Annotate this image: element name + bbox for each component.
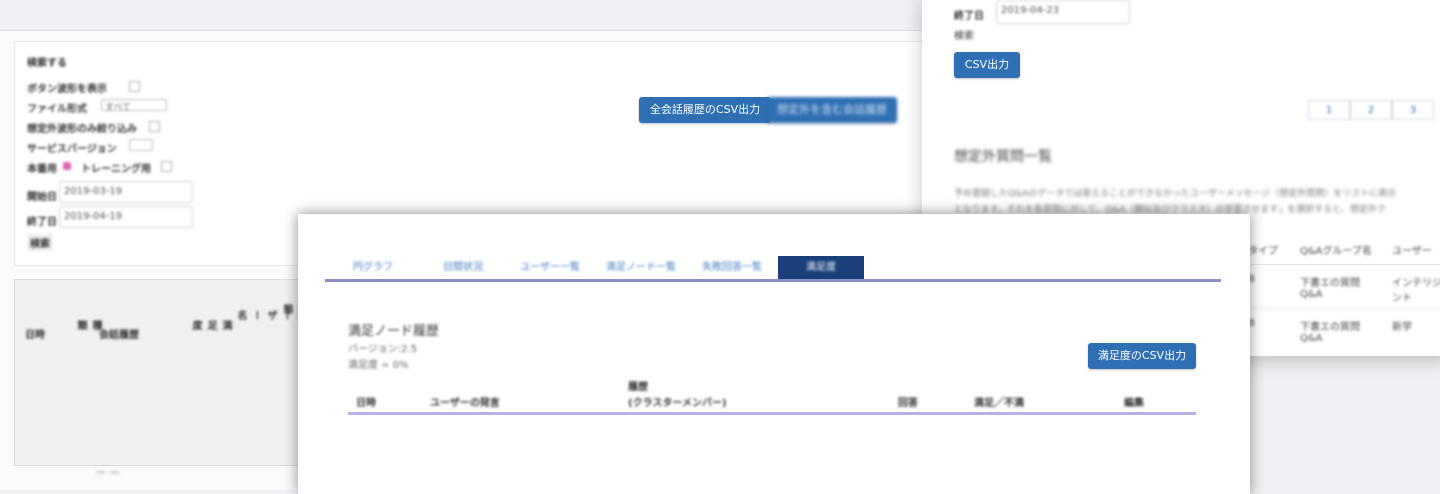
satisfaction-csv-button[interactable]: 満足度のCSV出力: [1088, 343, 1196, 369]
satisfaction-panel: 円グラフ 日間状況 ユーザー一覧 満足ノード一覧 失敗回答一覧 満足度 満足ノー…: [298, 214, 1250, 494]
right-header-group: Q&Aグループ名: [1300, 246, 1372, 257]
header-satisfied-unsatisfied: 満足／不満: [974, 398, 1024, 409]
right-end-date-input[interactable]: 2019-04-23: [996, 0, 1130, 24]
header-cluster-member: (クラスターメンバー): [628, 398, 727, 409]
end-date-label: 終了日: [27, 217, 57, 228]
right-row-2-group: 下書エの質問 Q&A: [1300, 322, 1360, 344]
tab-pie-chart[interactable]: 円グラフ: [332, 256, 414, 280]
search-button[interactable]: 検索: [27, 234, 53, 251]
right-header-user: ユーザー: [1392, 246, 1432, 257]
tab-underline: [325, 279, 1221, 282]
page-3[interactable]: 3: [1392, 100, 1434, 120]
tab-daily-status[interactable]: 日間状況: [422, 256, 504, 280]
csv-all-history-button[interactable]: 全会話履歴のCSV出力: [639, 97, 771, 123]
header-answer: 回答: [898, 398, 918, 409]
start-date-label: 開始日: [27, 192, 57, 203]
unexpected-section-title: 想定外質問一覧: [954, 149, 1052, 165]
filter-checkbox-unexpected[interactable]: [149, 121, 160, 132]
tab-satisfaction[interactable]: 満足度: [778, 256, 864, 280]
satisfaction-node-heading: 満足ノード履歴: [348, 324, 440, 339]
csv-export-button[interactable]: CSV出力: [954, 52, 1020, 78]
right-row-1-user: インテリジェント: [1392, 278, 1440, 304]
tab-satisfaction-label: 満足度: [806, 262, 836, 273]
filter-label-file-format: ファイル形式: [27, 104, 87, 115]
table-header-underline: [348, 412, 1196, 415]
production-radio[interactable]: [63, 162, 71, 170]
filter-checkbox-button-wave[interactable]: [129, 81, 140, 92]
mode-label-production: 本番用: [27, 164, 57, 175]
right-row-1-group: 下書エの質問 Q&A: [1300, 278, 1360, 300]
right-header-type: タイプ: [1248, 246, 1278, 257]
tab-failed-answer-list[interactable]: 失敗回答一覧: [692, 256, 772, 280]
filter-label-unexpected: 想定外波形のみ絞り込み: [27, 124, 137, 135]
start-date-input[interactable]: 2019-03-19: [59, 181, 193, 203]
col-datetime: 日時: [25, 330, 45, 341]
right-row-divider: [1248, 308, 1440, 309]
col-satisfaction: 満足度: [190, 320, 231, 330]
service-version-select[interactable]: [129, 139, 153, 151]
training-radio[interactable]: [161, 161, 172, 172]
file-format-select[interactable]: すべて: [101, 99, 167, 113]
right-end-date-label: 終了日: [954, 11, 984, 22]
filter-label-button-wave: ボタン波形を表示: [27, 84, 107, 95]
right-row-2-user: 新学: [1392, 322, 1412, 333]
filter-label-service-version: サービスバージョン: [27, 144, 117, 155]
description-line-1: 予め登録したQ&Aのデータでは答えることができなかったユーザーメッセージ（想定外…: [954, 189, 1397, 199]
right-table-divider: [1248, 264, 1440, 265]
left-bottom-text: — —: [96, 467, 120, 478]
col-history: 会話履歴: [99, 330, 139, 341]
right-search-button[interactable]: 検索: [954, 27, 974, 42]
header-edit: 編集: [1124, 398, 1144, 409]
header-datetime: 日時: [356, 398, 376, 409]
header-user-utterance: ユーザーの発言: [430, 398, 500, 409]
tab-user-list[interactable]: ユーザー一覧: [510, 256, 590, 280]
page-1[interactable]: 1: [1308, 100, 1350, 120]
search-section-title: 検索する: [27, 58, 67, 69]
header-history: 履歴: [628, 382, 648, 393]
csv-unexpected-button[interactable]: 想定外を含む会話履歴: [767, 97, 897, 123]
mode-label-training: トレーニング用: [81, 164, 151, 175]
tab-satisfied-node-list[interactable]: 満足ノード一覧: [598, 256, 684, 280]
page-2[interactable]: 2: [1350, 100, 1392, 120]
satisfaction-rate-text: 満足度 = 0%: [348, 360, 409, 371]
version-text: バージョン:2.5: [348, 344, 418, 355]
end-date-input[interactable]: 2019-04-19: [59, 206, 193, 228]
